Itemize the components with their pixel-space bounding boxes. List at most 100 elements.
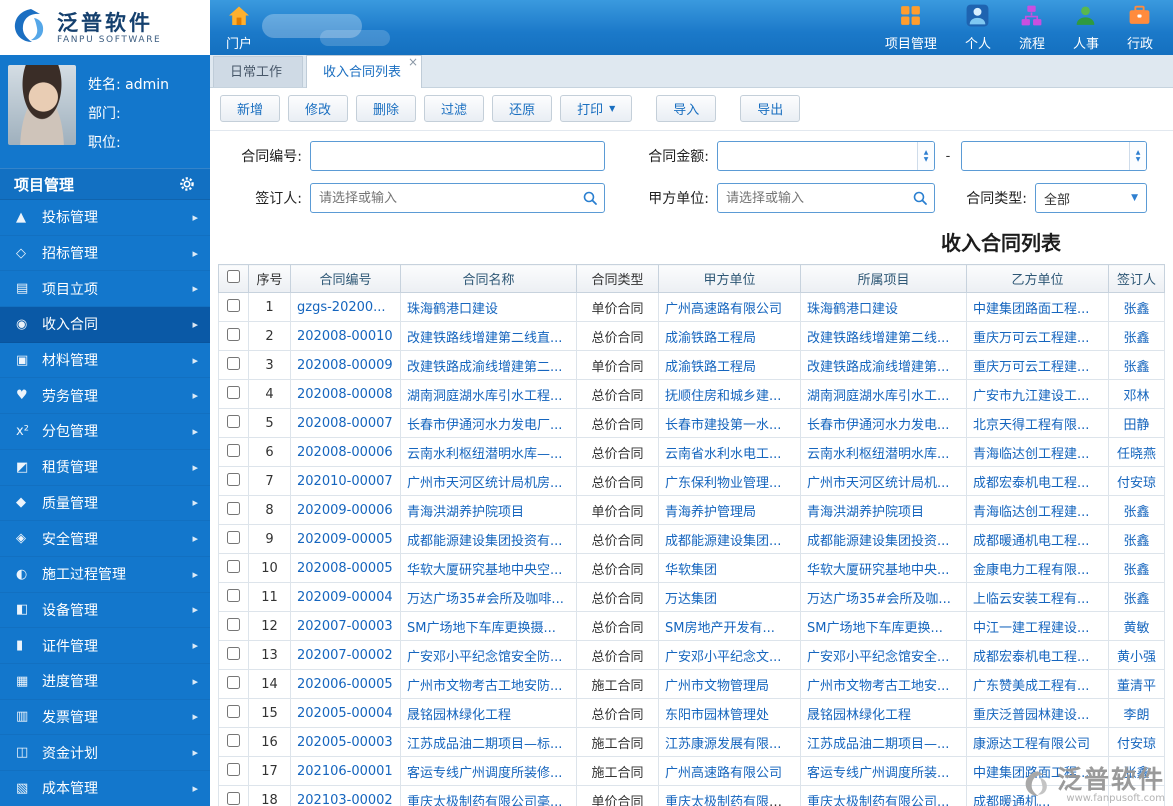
project-link[interactable]: SM广场地下车库更换... [807, 621, 943, 636]
party-a-link[interactable]: 广州高速路有限公司 [665, 302, 782, 317]
row-checkbox[interactable] [227, 298, 240, 312]
party-b-link[interactable]: 北京天得工程有限... [973, 418, 1089, 433]
party-a-link[interactable]: 成渝铁路工程局 [665, 331, 756, 346]
signer-link[interactable]: 张鑫 [1123, 563, 1149, 578]
signer-link[interactable]: 张鑫 [1123, 360, 1149, 375]
project-link[interactable]: 改建铁路线增建第二线... [807, 331, 949, 346]
party-a-link[interactable]: 成渝铁路工程局 [665, 360, 756, 375]
party-b-link[interactable]: 康源达工程有限公司 [973, 737, 1090, 752]
project-link[interactable]: 广州市天河区统计局机... [807, 476, 949, 491]
party-a-link[interactable]: 江苏康源发展有限... [665, 737, 781, 752]
table-row[interactable]: 2 202008-00010 改建铁路线增建第二线直... 总价合同 成渝铁路工程局 改建… [218, 321, 1165, 351]
filter-button[interactable]: 过滤 [424, 95, 485, 122]
party-a-link[interactable]: 万达集团 [665, 592, 717, 607]
table-row[interactable]: 16 202005-00003 江苏成品油二期项目—标... 施工合同 江苏康源发展有限… [218, 727, 1165, 757]
project-link[interactable]: 改建铁路成渝线增建第... [807, 360, 949, 375]
contract-name-link[interactable]: 广安邓小平纪念馆安全防... [407, 650, 562, 665]
sidebar-item-material[interactable]: ▣ 材料管理 ▸ [0, 343, 210, 379]
column-header[interactable]: 甲方单位 [658, 264, 801, 293]
table-row[interactable]: 8 202009-00006 青海洪湖养护院项目 单价合同 青海养护管理局 青海洪湖养护院… [218, 495, 1165, 525]
add-button[interactable]: 新增 [220, 95, 281, 122]
contract-type-select[interactable]: 全部 ▼ [1035, 183, 1147, 213]
select-all-checkbox[interactable] [227, 270, 240, 283]
project-link[interactable]: 万达广场35#会所及咖... [807, 592, 951, 607]
nav-item-project-management[interactable]: 项目管理 [885, 3, 937, 52]
table-row[interactable]: 10 202008-00005 华软大厦研究基地中央空... 总价合同 华软集团 华软大厦… [218, 553, 1165, 583]
contract-name-link[interactable]: 长春市伊通河水力发电厂... [407, 418, 562, 433]
signer-link[interactable]: 张鑫 [1123, 766, 1149, 781]
table-row[interactable]: 5 202008-00007 长春市伊通河水力发电厂... 总价合同 长春市建投第一水.… [218, 408, 1165, 438]
party-b-link[interactable]: 中江一建工程建设... [973, 621, 1089, 636]
contract-name-link[interactable]: 晟铭园林绿化工程 [407, 708, 511, 723]
signer-link[interactable]: 邓林 [1123, 389, 1149, 404]
table-row[interactable]: 12 202007-00003 SM广场地下车库更换摄... 总价合同 SM房地产开发有… [218, 611, 1165, 641]
project-link[interactable]: 云南水利枢纽潜明水库... [807, 447, 949, 462]
contract-no-link[interactable]: 202008-00007 [297, 416, 393, 431]
party-a-link[interactable]: 成都能源建设集团... [665, 534, 781, 549]
project-link[interactable]: 晟铭园林绿化工程 [807, 708, 911, 723]
table-row[interactable]: 18 202103-00002 重庆太极制药有限公司毫... 单价合同 重庆太极制药有限… [218, 785, 1165, 806]
signer-link[interactable]: 张鑫 [1123, 534, 1149, 549]
signer-link[interactable]: 张鑫 [1123, 592, 1149, 607]
signer-link[interactable]: 黄敏 [1123, 621, 1149, 636]
party-b-link[interactable]: 重庆万可云工程建... [973, 331, 1089, 346]
party-b-link[interactable]: 金康电力工程有限... [973, 563, 1089, 578]
row-checkbox[interactable] [227, 588, 240, 602]
contract-no-link[interactable]: 202008-00006 [297, 445, 393, 460]
party-a-link[interactable]: 长春市建投第一水... [665, 418, 781, 433]
column-header[interactable]: 合同编号 [290, 264, 401, 293]
party-b-link[interactable]: 中建集团路面工程... [973, 302, 1089, 317]
row-checkbox[interactable] [227, 762, 240, 776]
table-row[interactable]: 6 202008-00006 云南水利枢纽潜明水库—... 总价合同 云南省水利水电工.… [218, 437, 1165, 467]
sidebar-item-equipment[interactable]: ◧ 设备管理 ▸ [0, 593, 210, 629]
party-b-link[interactable]: 广安市九江建设工... [973, 389, 1089, 404]
row-checkbox[interactable] [227, 327, 240, 341]
signer-link[interactable]: 付安琼 [1117, 737, 1156, 752]
row-checkbox[interactable] [227, 733, 240, 747]
contract-name-link[interactable]: 江苏成品油二期项目—标... [407, 737, 562, 752]
row-checkbox[interactable] [227, 675, 240, 689]
column-header[interactable]: 合同名称 [400, 264, 577, 293]
party-b-link[interactable]: 重庆泛普园林建设... [973, 708, 1089, 723]
signer-link[interactable]: 张鑫 [1123, 331, 1149, 346]
sidebar-item-construction-process[interactable]: ◐ 施工过程管理 ▸ [0, 557, 210, 593]
table-row[interactable]: 14 202006-00005 广州市文物考古工地安防... 施工合同 广州市文物管理局… [218, 669, 1165, 699]
signer-link[interactable]: 任晓燕 [1117, 447, 1156, 462]
sidebar-item-project-setup[interactable]: ▤ 项目立项 ▸ [0, 271, 210, 308]
party-a-link[interactable]: SM房地产开发有... [665, 621, 775, 636]
party-a-link[interactable]: 广州高速路有限公司 [665, 766, 782, 781]
table-row[interactable]: 7 202010-00007 广州市天河区统计局机房... 总价合同 广东保利物业管理.… [218, 466, 1165, 496]
contract-name-link[interactable]: 成都能源建设集团投资有... [407, 534, 562, 549]
gear-icon[interactable] [178, 175, 196, 193]
party-b-link[interactable]: 青海临达创工程建... [973, 505, 1089, 520]
delete-button[interactable]: 删除 [356, 95, 417, 122]
sidebar-item-cost[interactable]: ▧ 成本管理 ▸ [0, 771, 210, 806]
party-b-link[interactable]: 上临云安装工程有... [973, 592, 1089, 607]
party-a-link[interactable]: 青海养护管理局 [665, 505, 756, 520]
sidebar-section-project-management[interactable]: 项目管理 [0, 168, 210, 200]
party-a-link[interactable]: 华软集团 [665, 563, 717, 578]
contract-no-link[interactable]: 202106-00001 [297, 764, 393, 779]
sidebar-item-progress[interactable]: ▦ 进度管理 ▸ [0, 664, 210, 700]
sidebar-item-safety[interactable]: ◈ 安全管理 ▸ [0, 521, 210, 557]
nav-item-administration[interactable]: 行政 [1127, 3, 1153, 52]
signer-input[interactable] [310, 183, 605, 213]
signer-link[interactable]: 李朗 [1123, 708, 1149, 723]
party-b-link[interactable]: 成都宏泰机电工程... [973, 476, 1089, 491]
row-checkbox[interactable] [227, 617, 240, 631]
tab-daily-work[interactable]: 日常工作 [213, 56, 304, 87]
project-link[interactable]: 广州市文物考古工地安... [807, 679, 949, 694]
row-checkbox[interactable] [227, 559, 240, 573]
project-link[interactable]: 成都能源建设集团投资... [807, 534, 949, 549]
table-row[interactable]: 15 202005-00004 晟铭园林绿化工程 总价合同 东阳市园林管理处 晟铭园林绿化… [218, 698, 1165, 728]
row-checkbox[interactable] [227, 646, 240, 660]
modify-button[interactable]: 修改 [288, 95, 349, 122]
row-checkbox[interactable] [227, 356, 240, 370]
column-header[interactable]: 合同类型 [576, 264, 659, 293]
table-row[interactable]: 1 gzgs-20200... 珠海鹤港口建设 单价合同 广州高速路有限公司 珠海鹤港口建… [218, 292, 1165, 322]
portal-nav-item[interactable]: 门户 [226, 4, 252, 52]
tab-income-contract-list[interactable]: 收入合同列表 × [306, 55, 423, 88]
table-row[interactable]: 11 202009-00004 万达广场35#会所及咖啡... 总价合同 万达集团 万达广… [218, 582, 1165, 612]
party-a-link[interactable]: 云南省水利水电工... [665, 447, 781, 462]
sidebar-item-quality[interactable]: ◆ 质量管理 ▸ [0, 486, 210, 522]
